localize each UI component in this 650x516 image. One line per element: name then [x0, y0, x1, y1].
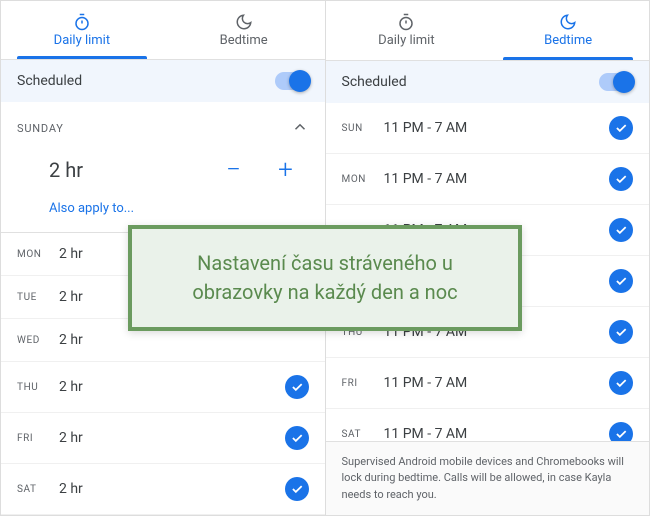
check-icon[interactable] [609, 371, 633, 395]
day-row[interactable]: MON11 PM - 7 AM [326, 154, 650, 205]
check-icon[interactable] [609, 422, 633, 441]
day-value: 2 hr [59, 481, 285, 497]
moon-icon [559, 13, 577, 31]
check-icon[interactable] [609, 320, 633, 344]
tab-label: Bedtime [544, 33, 592, 48]
tab-label: Daily limit [378, 33, 434, 48]
day-row[interactable]: SAT11 PM - 7 AM [326, 409, 650, 441]
expanded-day-header[interactable]: SUNDAY [1, 102, 325, 149]
day-abbr: TUE [17, 292, 59, 303]
check-icon[interactable] [609, 116, 633, 140]
tab-bedtime[interactable]: Bedtime [163, 1, 325, 59]
day-value: 11 PM - 7 AM [384, 120, 610, 136]
day-abbr: SAT [342, 429, 384, 440]
tabs: Daily limit Bedtime [326, 1, 650, 61]
scheduled-label: Scheduled [17, 73, 82, 89]
check-icon[interactable] [285, 477, 309, 501]
check-icon[interactable] [609, 269, 633, 293]
moon-icon [235, 13, 253, 31]
day-value: 11 PM - 7 AM [384, 375, 610, 391]
tab-daily-limit[interactable]: Daily limit [326, 1, 488, 60]
annotation-overlay: Nastavení času stráveného u obrazovky na… [128, 225, 522, 331]
footer-note: Supervised Android mobile devices and Ch… [326, 441, 650, 516]
day-row[interactable]: SUN11 PM - 7 AM [326, 103, 650, 154]
chevron-up-icon [291, 118, 309, 139]
day-row[interactable]: FRI11 PM - 7 AM [326, 358, 650, 409]
day-abbr: FRI [342, 378, 384, 389]
day-abbr: MON [342, 174, 384, 185]
check-icon[interactable] [609, 167, 633, 191]
scheduled-label: Scheduled [342, 74, 407, 90]
check-icon[interactable] [285, 375, 309, 399]
tabs: Daily limit Bedtime [1, 1, 325, 60]
day-row[interactable]: SAT2 hr [1, 464, 325, 515]
day-abbr: SUN [342, 123, 384, 134]
scheduled-toggle[interactable] [599, 73, 633, 91]
tab-label: Daily limit [54, 33, 110, 48]
scheduled-toggle[interactable] [275, 72, 309, 90]
day-value: 11 PM - 7 AM [384, 426, 610, 441]
check-icon[interactable] [285, 426, 309, 450]
limit-row: 2 hr − + [1, 149, 325, 193]
limit-value: 2 hr [49, 158, 83, 182]
expanded-day-label: SUNDAY [17, 122, 64, 135]
day-value: 11 PM - 7 AM [384, 171, 610, 187]
tab-daily-limit[interactable]: Daily limit [1, 1, 163, 59]
day-value: 2 hr [59, 430, 285, 446]
day-value: 2 hr [59, 379, 285, 395]
stopwatch-icon [397, 13, 415, 31]
tab-bedtime[interactable]: Bedtime [487, 1, 649, 60]
day-abbr: WED [17, 335, 59, 346]
day-row[interactable]: THU2 hr [1, 362, 325, 413]
decrease-button[interactable]: − [221, 157, 247, 183]
scheduled-row: Scheduled [326, 61, 650, 103]
day-abbr: THU [17, 382, 59, 393]
increase-button[interactable]: + [273, 157, 299, 183]
day-abbr: MON [17, 249, 59, 260]
scheduled-row: Scheduled [1, 60, 325, 102]
day-value: 2 hr [59, 332, 309, 348]
check-icon[interactable] [609, 218, 633, 242]
day-row[interactable]: FRI2 hr [1, 413, 325, 464]
day-abbr: FRI [17, 433, 59, 444]
tab-label: Bedtime [220, 33, 268, 48]
stopwatch-icon [73, 13, 91, 31]
day-abbr: SAT [17, 484, 59, 495]
